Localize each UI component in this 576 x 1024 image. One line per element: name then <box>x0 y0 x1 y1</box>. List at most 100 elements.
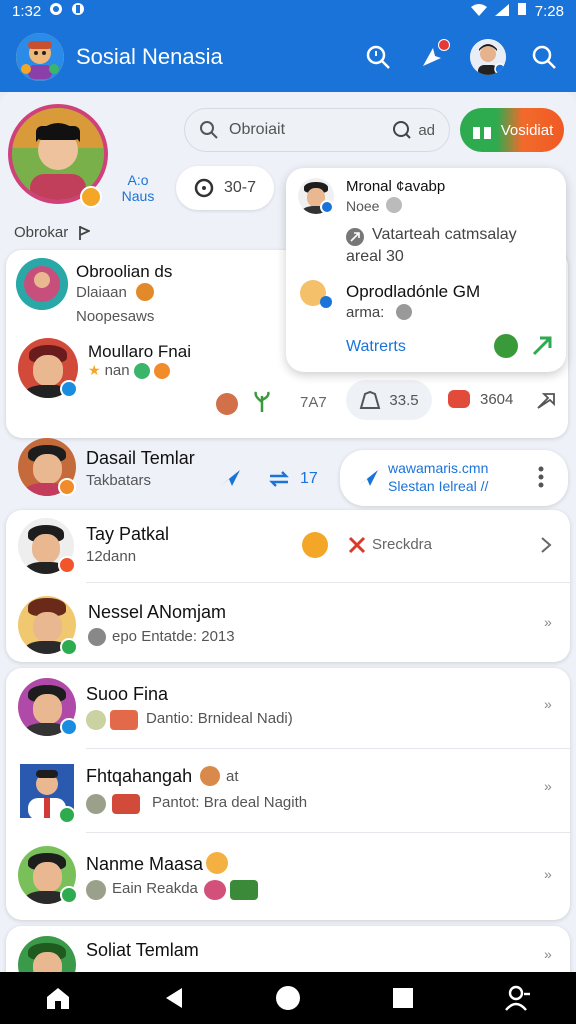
search-input[interactable]: Obroiait ad <box>184 108 450 152</box>
double-chevron-icon[interactable]: » <box>544 614 552 630</box>
footer-share-icon[interactable] <box>536 390 556 415</box>
profile-popup-card[interactable]: Mronal ¢avabp Noee Vatarteah catmsalay a… <box>286 168 566 372</box>
double-chevron-icon[interactable]: » <box>544 696 552 712</box>
gift-card-icon <box>112 794 140 814</box>
dasail-name: Dasail Temlar <box>86 448 195 468</box>
timer-icon <box>194 178 214 198</box>
list-item[interactable]: Tay Patkal 12dann Sreckdra <box>6 510 570 582</box>
orange-badge-icon <box>153 362 170 379</box>
dasail-link-bubble[interactable]: wawamaris.cmn Slestan Ielreal // <box>340 450 568 506</box>
home-icon[interactable] <box>38 978 78 1018</box>
list-item[interactable]: Nessel ANomjam epo Entatde: 2013 » <box>6 582 570 662</box>
list-item-status-icon <box>58 806 76 824</box>
dasail-status-icon <box>58 478 76 496</box>
list-card-3: Soliat Temlam » <box>6 926 570 972</box>
dasail-swap-icon[interactable] <box>268 470 290 493</box>
sticker-icon <box>204 880 226 900</box>
smile-emoji-icon <box>200 766 220 786</box>
back-icon[interactable] <box>153 978 193 1018</box>
notifications-icon[interactable] <box>416 39 450 73</box>
plant-sticker-icon <box>230 880 258 900</box>
activity-search-icon[interactable] <box>362 41 394 73</box>
footer-comment[interactable]: 3604 <box>448 390 513 408</box>
double-chevron-icon[interactable]: » <box>544 946 552 962</box>
feed-item-1-name: Obroolian ds <box>76 262 173 281</box>
popup-reply-icon[interactable] <box>530 334 554 363</box>
footer-count-3: 3604 <box>480 390 514 408</box>
popup-item-sub: arma: <box>346 304 385 321</box>
list-item-status-icon <box>60 718 78 736</box>
list-item-name: Suoo Fina <box>86 684 169 704</box>
comment-icon <box>448 390 470 408</box>
list-item-sub: 12dann <box>86 548 137 565</box>
bottom-navigation <box>0 972 576 1024</box>
dasail-count: 17 <box>300 470 318 487</box>
user-avatar[interactable] <box>470 39 506 75</box>
footer-like-button[interactable]: 33.5 <box>346 380 432 420</box>
app-bar: Sosial Nenasia <box>0 22 576 92</box>
feed-item-1-sub2: Noopesaws <box>76 308 155 325</box>
recents-icon[interactable] <box>383 978 423 1018</box>
feed-item-2-status-icon <box>60 380 78 398</box>
coin-icon[interactable] <box>302 532 328 558</box>
status-bar: 1:32 7:28 <box>0 0 576 22</box>
tool-icon <box>396 304 412 320</box>
primary-action-label: Vosidiat <box>500 121 554 139</box>
chevron-right-icon[interactable] <box>540 536 552 559</box>
emoji-icon <box>110 710 138 730</box>
link-send-icon <box>358 470 378 486</box>
counter-chip[interactable]: 30-7 <box>176 166 274 210</box>
plant-icon[interactable] <box>252 390 272 417</box>
section-header[interactable]: Obrokar <box>14 224 91 241</box>
list-item-sub: Eain Reakda <box>112 880 198 897</box>
double-chevron-icon[interactable]: » <box>544 778 552 794</box>
voice-search-icon[interactable] <box>392 120 412 140</box>
list-item[interactable]: Suoo Fina Dantio: Brnideal Nadi) » <box>6 668 570 748</box>
double-chevron-icon[interactable]: » <box>544 866 552 882</box>
dasail-send-icon[interactable] <box>218 468 242 493</box>
list-item-action[interactable]: Sreckdra <box>372 536 432 553</box>
info-icon <box>386 197 402 213</box>
list-item[interactable]: Soliat Temlam » <box>6 926 570 972</box>
gift-icon <box>472 123 491 139</box>
footer-count-2: 33.5 <box>389 391 419 409</box>
list-item-name: Soliat Temlam <box>86 940 199 960</box>
popup-line-1: Vatarteah catmsalay <box>372 226 517 243</box>
list-item[interactable]: Nanme Maasa Eain Reakda » <box>6 832 570 920</box>
list-item-sub: Pantot: Bra deal Nagith <box>152 794 308 811</box>
list-item[interactable]: Fhtqahangah at Pantot: Bra deal Nagith » <box>6 748 570 832</box>
list-item-tag: at <box>226 768 239 785</box>
list-item-name: Fhtqahangah <box>86 766 193 786</box>
popup-line-2: areal 30 <box>346 248 404 265</box>
footer-count-1: 7A7 <box>300 394 327 411</box>
chip-value: 30-7 <box>223 179 257 196</box>
popup-link[interactable]: Watrerts <box>346 338 406 356</box>
status-time-left: 1:32 <box>12 2 42 20</box>
frog-sticker-icon[interactable] <box>494 334 518 358</box>
search-icon[interactable] <box>528 41 560 73</box>
share-icon <box>346 228 364 246</box>
bubble-line-2: Slestan Ielreal // <box>388 478 489 494</box>
close-icon[interactable] <box>348 536 366 559</box>
profile-stat-label: A:o Naus <box>121 172 155 204</box>
list-item-status-icon <box>60 638 78 656</box>
profile-nav-icon[interactable] <box>498 978 538 1018</box>
list-item-status-icon <box>58 556 76 574</box>
flag-icon <box>79 225 91 240</box>
main-content: A:o Naus Obroiait ad Vosidiat 30-7 Obrok… <box>0 92 576 972</box>
sync-icon <box>71 2 85 20</box>
badge-icon <box>86 880 106 900</box>
bubble-line-1: wawamaris.cmn <box>388 460 489 476</box>
app-logo-icon[interactable] <box>16 33 64 81</box>
feed-item-avatar-1[interactable] <box>16 258 68 310</box>
list-item-sub: Dantio: Brnideal Nadi) <box>146 710 293 727</box>
home-circle-icon[interactable] <box>268 978 308 1018</box>
notification-icon <box>49 2 63 20</box>
monkey-sticker-icon[interactable] <box>216 392 238 415</box>
primary-action-button[interactable]: Vosidiat <box>460 108 564 152</box>
more-options-icon[interactable] <box>538 466 544 493</box>
app-title: Sosial Nenasia <box>76 44 223 69</box>
badge-icon <box>86 794 106 814</box>
star-icon: ★ <box>88 362 101 378</box>
list-item-avatar[interactable] <box>18 936 76 972</box>
